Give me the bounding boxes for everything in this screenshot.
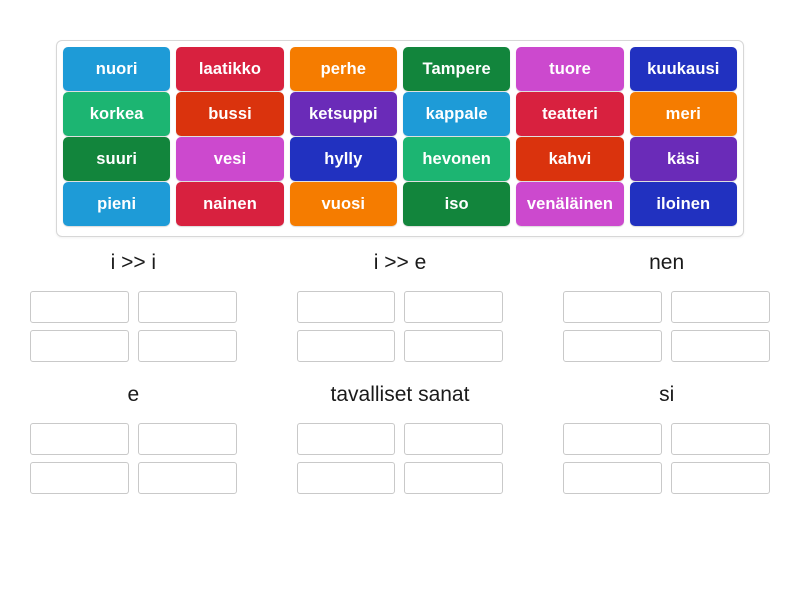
word-tile[interactable]: bussi bbox=[176, 92, 284, 136]
drop-slot-grid bbox=[30, 423, 237, 494]
drop-slot[interactable] bbox=[137, 291, 237, 323]
drop-slot[interactable] bbox=[137, 462, 237, 494]
word-tile[interactable]: pieni bbox=[63, 182, 171, 226]
category-title: nen bbox=[649, 251, 685, 274]
drop-slot[interactable] bbox=[30, 330, 129, 362]
category-column: i >> e bbox=[267, 252, 534, 362]
word-tile-row: nuori laatikko perhe Tampere tuore kuukausi bbox=[63, 47, 737, 91]
category-column: nen bbox=[533, 252, 800, 362]
drop-slot[interactable] bbox=[30, 291, 129, 323]
word-tile[interactable]: nuori bbox=[63, 47, 171, 91]
drop-slot[interactable] bbox=[296, 423, 396, 455]
drop-slot-grid bbox=[296, 423, 504, 494]
word-tile[interactable]: kuukausi bbox=[629, 47, 737, 91]
drop-slot[interactable] bbox=[296, 291, 396, 323]
word-tile-row: suuri vesi hylly hevonen kahvi käsi bbox=[63, 137, 737, 181]
word-tile[interactable]: Tampere bbox=[402, 47, 511, 91]
word-tile[interactable]: käsi bbox=[629, 137, 737, 181]
word-tile[interactable]: suuri bbox=[63, 137, 171, 181]
word-tile[interactable]: korkea bbox=[63, 92, 171, 136]
word-tile[interactable]: perhe bbox=[289, 47, 397, 91]
drop-slot-grid bbox=[296, 291, 504, 362]
word-tile[interactable]: nainen bbox=[176, 182, 284, 226]
category-title: e bbox=[127, 383, 140, 406]
word-tile[interactable]: laatikko bbox=[176, 47, 284, 91]
category-column: e bbox=[0, 384, 267, 494]
category-title: si bbox=[659, 383, 675, 406]
drop-slot-grid bbox=[30, 291, 237, 362]
drop-slot[interactable] bbox=[671, 330, 770, 362]
drop-slot[interactable] bbox=[137, 423, 237, 455]
drop-slot-grid bbox=[563, 291, 770, 362]
category-title: tavalliset sanat bbox=[330, 383, 470, 406]
word-tile[interactable]: tuore bbox=[516, 47, 624, 91]
category-title: i >> i bbox=[110, 251, 157, 274]
drop-slot[interactable] bbox=[671, 423, 770, 455]
word-tile[interactable]: hevonen bbox=[402, 137, 511, 181]
word-tile[interactable]: meri bbox=[629, 92, 737, 136]
drop-slot[interactable] bbox=[404, 462, 504, 494]
drop-slot[interactable] bbox=[671, 462, 770, 494]
drop-slot[interactable] bbox=[404, 423, 504, 455]
drop-slot[interactable] bbox=[404, 330, 504, 362]
drop-slot[interactable] bbox=[30, 423, 129, 455]
drop-slot[interactable] bbox=[671, 291, 770, 323]
drop-slot[interactable] bbox=[563, 330, 663, 362]
word-tile[interactable]: venäläinen bbox=[516, 182, 624, 226]
drop-slot-grid bbox=[563, 423, 770, 494]
category-column: tavalliset sanat bbox=[267, 384, 534, 494]
word-tile[interactable]: hylly bbox=[289, 137, 397, 181]
category-column: i >> i bbox=[0, 252, 267, 362]
drop-slot[interactable] bbox=[563, 291, 663, 323]
drop-slot[interactable] bbox=[563, 462, 663, 494]
category-column: si bbox=[533, 384, 800, 494]
drop-slot[interactable] bbox=[296, 462, 396, 494]
drop-slot[interactable] bbox=[563, 423, 663, 455]
drop-slot[interactable] bbox=[404, 291, 504, 323]
drop-slot[interactable] bbox=[296, 330, 396, 362]
word-tile[interactable]: vesi bbox=[176, 137, 284, 181]
word-tile[interactable]: ketsuppi bbox=[289, 92, 397, 136]
word-tile[interactable]: kappale bbox=[402, 92, 511, 136]
drop-slot[interactable] bbox=[137, 330, 237, 362]
category-title: i >> e bbox=[373, 251, 427, 274]
word-tile[interactable]: kahvi bbox=[516, 137, 624, 181]
word-tile[interactable]: vuosi bbox=[289, 182, 397, 226]
word-bank-panel: nuori laatikko perhe Tampere tuore kuukausi ko… bbox=[56, 40, 744, 237]
drop-slot[interactable] bbox=[30, 462, 129, 494]
word-tile[interactable]: iloinen bbox=[629, 182, 737, 226]
word-tile[interactable]: iso bbox=[402, 182, 511, 226]
word-tile-row: pieni nainen vuosi iso venäläinen iloinen bbox=[63, 182, 737, 226]
category-grid: i >> i i >> e nen e tavalliset sanat si bbox=[0, 252, 800, 494]
word-tile-row: korkea bussi ketsuppi kappale teatteri meri bbox=[63, 92, 737, 136]
word-tile[interactable]: teatteri bbox=[516, 92, 624, 136]
